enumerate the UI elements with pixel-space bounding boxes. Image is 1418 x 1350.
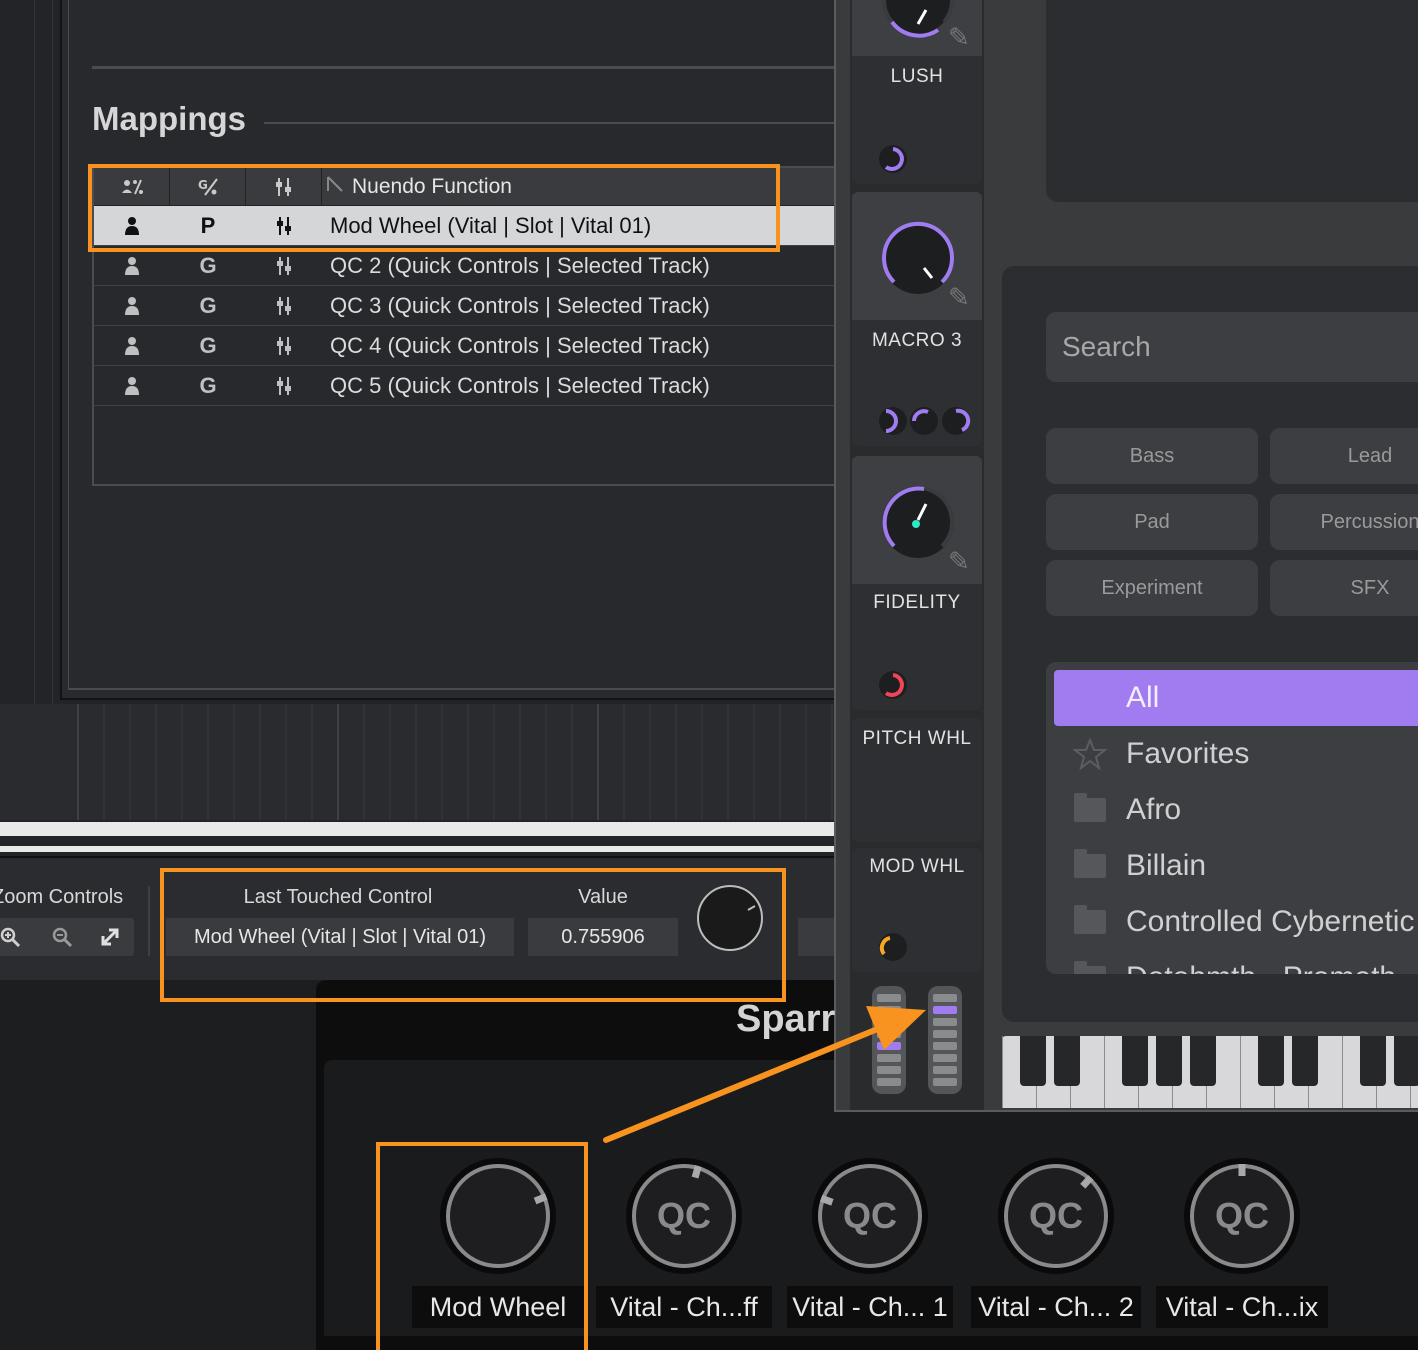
annotation-arrow: [603, 1006, 926, 1143]
